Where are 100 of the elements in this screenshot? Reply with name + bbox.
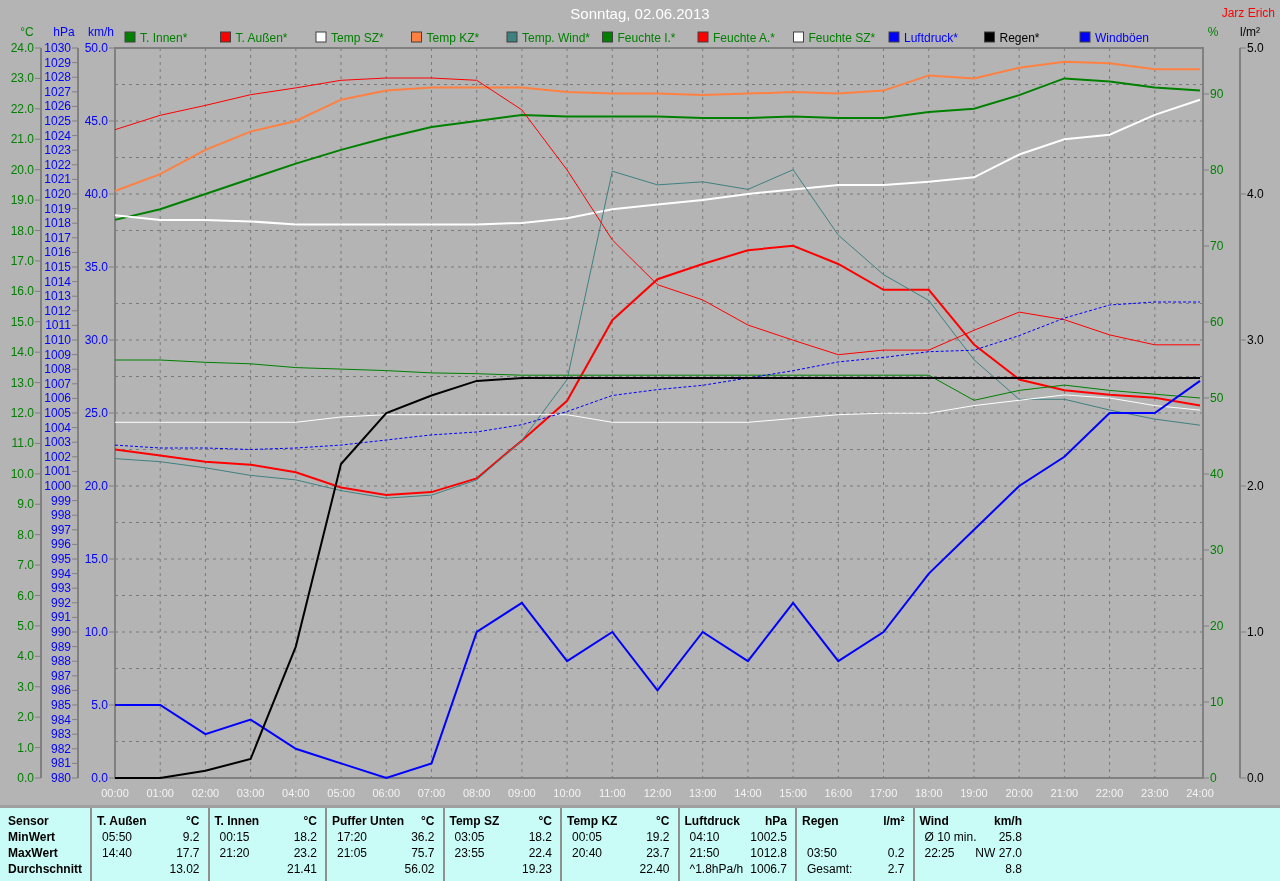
axis-unit-label: hPa bbox=[53, 25, 75, 39]
time-axis-label: 17:00 bbox=[869, 787, 898, 799]
axis-tick-label: 1010 bbox=[44, 333, 71, 347]
axis-tick-label: 11.0 bbox=[11, 436, 34, 451]
axis-tick-label: 1025 bbox=[44, 114, 71, 128]
legend-label: Luftdruck* bbox=[904, 31, 959, 45]
table-cell: 0.2 bbox=[887, 845, 905, 861]
axis-tick-label: 1022 bbox=[44, 157, 71, 172]
table-cell: 56.02 bbox=[404, 861, 435, 877]
time-axis-label: 07:00 bbox=[417, 787, 446, 799]
axis-tick-label: 50 bbox=[1210, 391, 1224, 405]
axis-tick-label: 1.0 bbox=[17, 740, 34, 755]
axis-tick-label: 1012 bbox=[44, 303, 71, 318]
unit-header: hPa bbox=[765, 813, 787, 829]
axis-unit-label: % bbox=[1207, 25, 1219, 39]
axis-tick-label: 1015 bbox=[44, 260, 71, 274]
axis-tick-label: 1018 bbox=[44, 216, 71, 231]
time-axis-label: 09:00 bbox=[508, 787, 536, 799]
table-header: Temp SZ bbox=[449, 813, 500, 829]
axis-tick-label: 989 bbox=[50, 639, 71, 654]
legend-label: T. Außen* bbox=[235, 31, 288, 45]
row-label: Durchschnitt bbox=[8, 861, 83, 877]
table-cell: 18.2 bbox=[293, 829, 317, 845]
unit-header: °C bbox=[303, 813, 317, 829]
table-cell: 19.23 bbox=[521, 861, 552, 877]
time-axis-label: 22:00 bbox=[1095, 787, 1124, 799]
time-axis-label: 02:00 bbox=[191, 787, 220, 799]
axis-tick-label: 981 bbox=[50, 756, 71, 771]
axis-tick-label: 1007 bbox=[44, 376, 71, 391]
axis-tick-label: 23.0 bbox=[10, 71, 34, 86]
axis-tick-label: 6.0 bbox=[17, 588, 34, 603]
axis-unit-label: l/m² bbox=[1240, 25, 1260, 39]
time-axis-label: 06:00 bbox=[372, 787, 400, 799]
axis-tick-label: 1.0 bbox=[1247, 625, 1264, 639]
axis-tick-label: 3.0 bbox=[17, 679, 34, 694]
axis-tick-label: 1016 bbox=[44, 245, 71, 260]
axis-tick-label: 10 bbox=[1210, 695, 1224, 709]
axis-tick-label: 0.0 bbox=[17, 771, 34, 785]
time-axis-label: 00:00 bbox=[101, 787, 129, 799]
time-axis-label: 04:00 bbox=[282, 787, 310, 799]
legend-label: Feuchte I.* bbox=[617, 31, 676, 45]
table-cell: 2.7 bbox=[887, 861, 905, 877]
axis-tick-label: 30.0 bbox=[84, 333, 108, 347]
axis-tick-label: 993 bbox=[50, 581, 71, 596]
table-header: Sensor bbox=[8, 813, 50, 829]
axis-tick-label: 35.0 bbox=[84, 260, 108, 274]
table-cell-text: 17:20 bbox=[336, 829, 368, 845]
axis-tick-label: 1011 bbox=[45, 318, 71, 333]
axis-tick-label: 982 bbox=[50, 741, 71, 756]
table-header: Temp KZ bbox=[567, 813, 618, 829]
chart-title: Sonntag, 02.06.2013 bbox=[570, 5, 710, 23]
unit-header: °C bbox=[538, 813, 552, 829]
axis-tick-label: 10.0 bbox=[10, 466, 34, 481]
axis-tick-label: 994 bbox=[50, 566, 71, 581]
axis-tick-label: 20.0 bbox=[84, 479, 108, 493]
table-header: Regen bbox=[802, 813, 839, 829]
axis-tick-label: 7.0 bbox=[17, 558, 34, 573]
table-header: Puffer Unten bbox=[332, 813, 404, 829]
time-axis-label: 03:00 bbox=[236, 787, 265, 799]
time-axis-label: 23:00 bbox=[1141, 787, 1169, 799]
axis-tick-label: 2.0 bbox=[17, 710, 34, 725]
legend-label: Temp KZ* bbox=[426, 31, 480, 45]
row-label: MinWert bbox=[8, 829, 57, 845]
table-cell: 1012.8 bbox=[750, 845, 787, 861]
axis-tick-label: 1004 bbox=[44, 420, 71, 435]
table-cell-text: 14:40 bbox=[101, 845, 133, 861]
time-axis-label: 13:00 bbox=[688, 787, 717, 799]
table-cell: 8.8 bbox=[1005, 861, 1022, 877]
table-cell-text: 21:20 bbox=[218, 845, 250, 861]
axis-tick-label: 40.0 bbox=[84, 187, 108, 201]
table-cell-text: Gesamt: bbox=[806, 861, 853, 877]
axis-tick-label: 40 bbox=[1210, 467, 1224, 481]
axis-tick-label: 1009 bbox=[44, 347, 71, 362]
axis-tick-label: 1005 bbox=[44, 406, 71, 420]
legend-label: Temp. Wind* bbox=[522, 31, 591, 45]
axis-tick-label: 1006 bbox=[44, 391, 71, 406]
time-axis-label: 15:00 bbox=[779, 787, 807, 799]
unit-header: km/h bbox=[994, 813, 1022, 829]
table-cell-text: 20:40 bbox=[571, 845, 603, 861]
axis-tick-label: 995 bbox=[50, 552, 71, 566]
table-cell-text: 00:05 bbox=[571, 829, 603, 845]
axis-tick-label: 10.0 bbox=[84, 625, 108, 639]
axis-tick-label: 998 bbox=[50, 508, 71, 523]
table-header: T. Außen bbox=[97, 813, 147, 829]
axis-tick-label: 1023 bbox=[44, 143, 71, 158]
axis-tick-label: 988 bbox=[50, 654, 71, 669]
author-label: Jarz Erich bbox=[1221, 6, 1275, 20]
table-cell: 9.2 bbox=[182, 829, 200, 845]
axis-tick-label: 1028 bbox=[44, 70, 71, 85]
time-axis-label: 16:00 bbox=[824, 787, 853, 799]
axis-tick-label: 996 bbox=[50, 537, 71, 552]
legend-label: Feuchte SZ* bbox=[808, 31, 876, 45]
axis-tick-label: 90 bbox=[1210, 87, 1224, 101]
axis-tick-label: 1001 bbox=[44, 464, 71, 479]
table-cell: 13.02 bbox=[169, 861, 200, 877]
time-axis-label: 18:00 bbox=[915, 787, 943, 799]
table-cell: 75.7 bbox=[411, 845, 435, 861]
table-cell: 23.7 bbox=[646, 845, 670, 861]
axis-tick-label: 985 bbox=[50, 698, 71, 712]
axis-tick-label: 19.0 bbox=[10, 193, 34, 208]
